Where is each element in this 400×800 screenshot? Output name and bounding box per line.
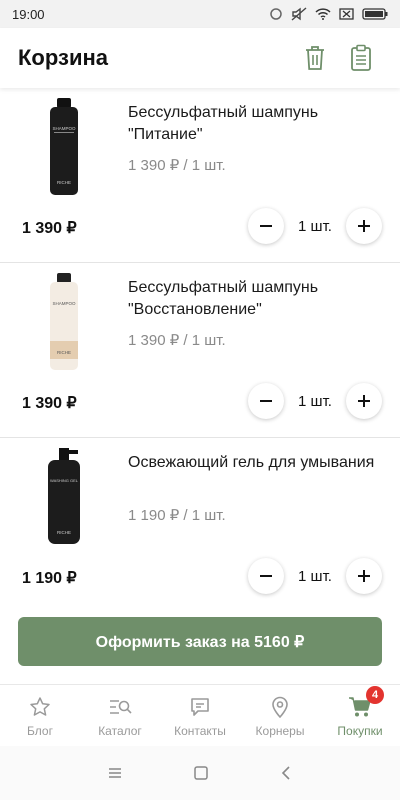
increase-button[interactable] [346,558,382,594]
mute-icon [291,7,307,21]
system-nav-bar [0,746,400,800]
decrease-button[interactable] [248,558,284,594]
plus-icon [358,220,370,232]
svg-text:RICHE: RICHE [57,530,71,535]
plus-icon [358,395,370,407]
chat-icon [191,697,209,716]
tab-catalog[interactable]: Каталог [80,685,160,746]
app-bar: Корзина [0,28,400,88]
svg-text:SHAMPOO: SHAMPOO [52,301,76,306]
location-pin-icon [272,696,288,718]
cart-count-badge: 4 [366,685,384,704]
tab-contacts[interactable]: Контакты [160,685,240,746]
quantity-value: 1 шт. [298,217,332,235]
status-icons [269,7,388,21]
unit-price: 1 390 ₽ / 1 шт. [128,332,226,349]
quantity-stepper: 1 шт. [248,208,382,244]
minus-icon [260,225,272,227]
cart-item[interactable]: SHAMPOO RICHE Бессульфатный шампунь "Пит… [0,88,400,263]
back-icon[interactable] [279,765,293,781]
trash-icon [306,46,324,70]
cart-item[interactable]: WASHING GEL RICHE Освежающий гель для ум… [0,438,400,600]
tab-label: Корнеры [255,723,305,738]
unit-price: 1 190 ₽ / 1 шт. [128,507,226,524]
menu-icon[interactable] [107,766,123,780]
clipboard-icon [351,44,371,71]
quantity-value: 1 шт. [298,567,332,585]
cart-item[interactable]: SHAMPOO RICHE Бессульфатный шампунь "Вос… [0,263,400,438]
unit-price: 1 390 ₽ / 1 шт. [128,157,226,174]
tab-label: Блог [27,723,53,738]
svg-text:SHAMPOO: SHAMPOO [52,126,76,131]
bottom-tab-bar: Блог Каталог Контакты Корнеры 4 Покупки [0,684,400,746]
clear-cart-button[interactable] [294,37,336,79]
product-image: WASHING GEL RICHE [48,448,80,544]
product-name[interactable]: Бессульфатный шампунь "Питание" [128,102,378,146]
increase-button[interactable] [346,383,382,419]
battery-icon [362,8,388,20]
quantity-stepper: 1 шт. [248,383,382,419]
decrease-button[interactable] [248,208,284,244]
quantity-stepper: 1 шт. [248,558,382,594]
tab-label: Контакты [174,723,226,738]
decrease-button[interactable] [248,383,284,419]
status-bar: 19:00 [0,0,400,28]
tab-purchases[interactable]: 4 Покупки [320,685,400,746]
item-total: 1 390 ₽ [22,220,77,237]
minus-icon [260,400,272,402]
quantity-value: 1 шт. [298,392,332,410]
plus-icon [358,570,370,582]
home-icon[interactable] [193,765,209,781]
svg-text:RICHE: RICHE [57,350,71,355]
svg-text:WASHING GEL: WASHING GEL [50,478,79,483]
product-image: SHAMPOO RICHE [50,273,78,370]
cart-list: SHAMPOO RICHE Бессульфатный шампунь "Пит… [0,88,400,600]
status-time: 19:00 [12,6,45,22]
sim-icon [339,8,354,20]
wifi-icon [315,8,331,20]
alarm-icon [270,8,282,20]
catalog-search-icon [110,699,132,714]
product-name[interactable]: Освежающий гель для умывания [128,452,378,474]
star-icon [30,696,50,716]
page-title: Корзина [18,45,108,70]
orders-list-button[interactable] [340,37,382,79]
item-total: 1 390 ₽ [22,395,77,412]
item-total: 1 190 ₽ [22,570,77,587]
minus-icon [260,575,272,577]
svg-text:RICHE: RICHE [57,180,71,185]
checkout-button[interactable]: Оформить заказ на 5160 ₽ [18,617,382,666]
increase-button[interactable] [346,208,382,244]
tab-corners[interactable]: Корнеры [240,685,320,746]
tab-label: Покупки [337,723,383,738]
product-image: SHAMPOO RICHE [50,98,78,195]
tab-blog[interactable]: Блог [0,685,80,746]
product-name[interactable]: Бессульфатный шампунь "Восстановление" [128,277,378,321]
tab-label: Каталог [98,723,142,738]
